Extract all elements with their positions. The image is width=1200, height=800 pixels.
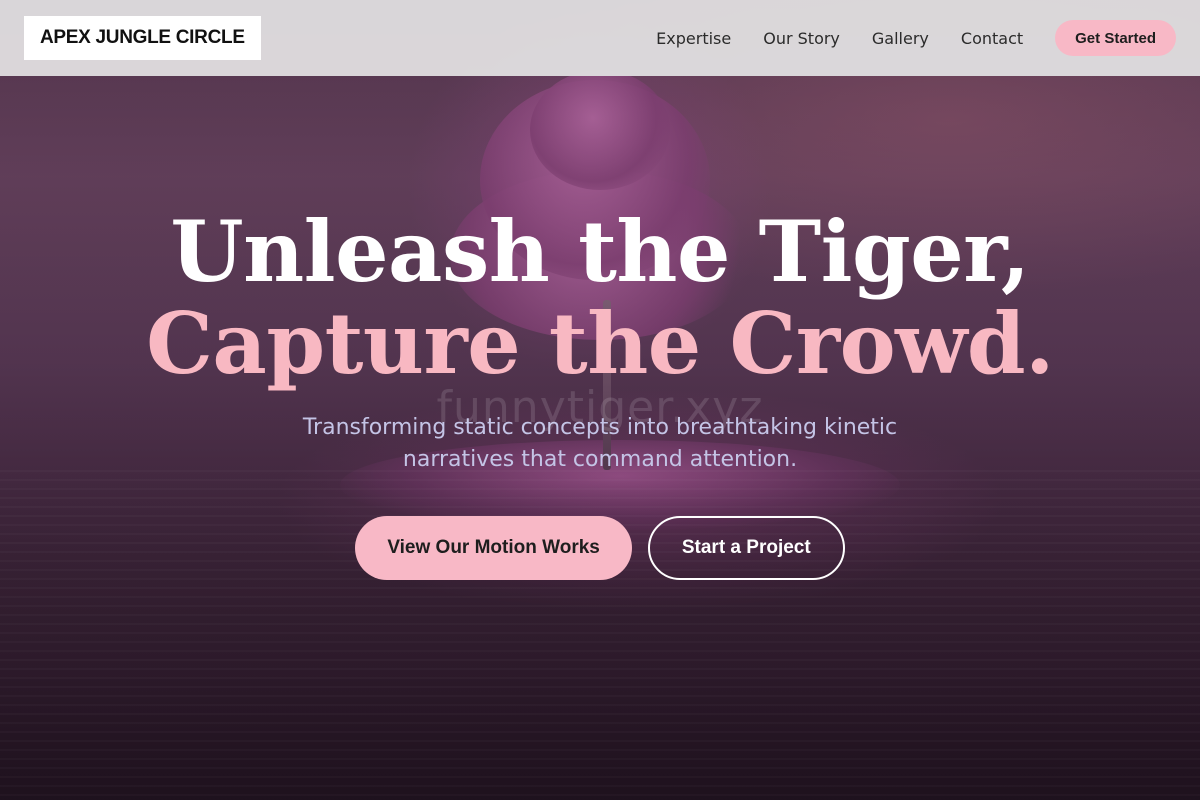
start-project-button[interactable]: Start a Project [647,516,845,580]
nav-links: Expertise Our Story Gallery Contact [656,29,1023,48]
watermark-text: funnytiger.xyz [436,382,764,433]
get-started-button[interactable]: Get Started [1055,20,1176,56]
nav-link-expertise[interactable]: Expertise [656,29,731,48]
brand-logo[interactable]: APEX JUNGLE CIRCLE [24,16,261,60]
hero-headline: Unleash the Tiger, Capture the Crowd. [0,206,1200,390]
hero-button-group: View Our Motion Works Start a Project [0,516,1200,580]
top-navbar: APEX JUNGLE CIRCLE Expertise Our Story G… [0,0,1200,76]
view-motion-works-button[interactable]: View Our Motion Works [355,516,632,580]
hero-section: funnytiger.xyz Unleash the Tiger, Captur… [0,206,1200,580]
nav-link-our-story[interactable]: Our Story [763,29,840,48]
headline-line-2: Capture the Crowd. [146,294,1054,393]
nav-right: Expertise Our Story Gallery Contact Get … [656,20,1176,56]
nav-link-contact[interactable]: Contact [961,29,1023,48]
page: APEX JUNGLE CIRCLE Expertise Our Story G… [0,0,1200,800]
nav-link-gallery[interactable]: Gallery [872,29,929,48]
headline-line-1: Unleash the Tiger, [170,202,1030,301]
